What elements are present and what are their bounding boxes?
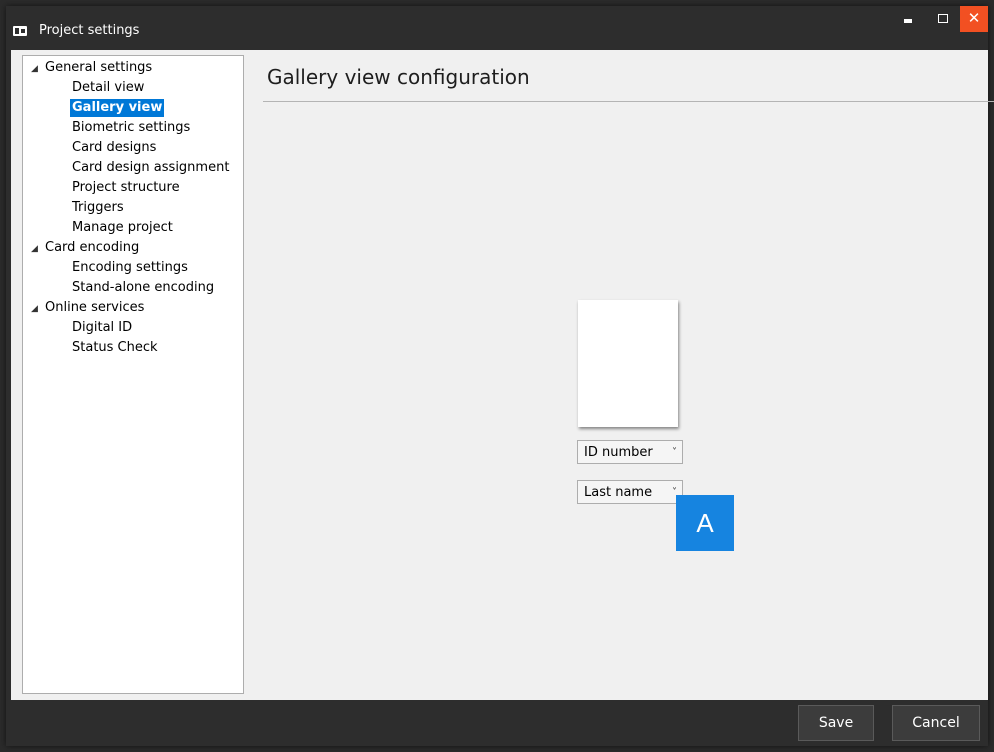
tree-group-label: Online services: [45, 300, 145, 315]
tree-item-encoding-settings[interactable]: Encoding settings: [72, 258, 188, 278]
field-select-1[interactable]: ID number ˅: [577, 440, 683, 464]
id-card-icon: [13, 26, 27, 36]
tree-item-project-structure[interactable]: Project structure: [72, 178, 180, 198]
tree-group-label: General settings: [45, 60, 153, 75]
minimize-icon: [904, 19, 912, 23]
tree-group-online-services[interactable]: ◢ Online services: [31, 298, 144, 318]
tree-item-stand-alone-encoding[interactable]: Stand-alone encoding: [72, 278, 214, 298]
maximize-icon: [938, 14, 948, 23]
tree-item-gallery-view[interactable]: Gallery view: [70, 99, 165, 117]
maximize-button[interactable]: [929, 6, 957, 32]
tree-item-triggers[interactable]: Triggers: [72, 198, 124, 218]
close-button[interactable]: ✕: [960, 6, 988, 32]
card-preview-image: [578, 300, 678, 427]
tree-item-manage-project[interactable]: Manage project: [72, 218, 173, 238]
tree-item-card-designs[interactable]: Card designs: [72, 138, 156, 158]
cancel-button[interactable]: Cancel: [892, 705, 980, 741]
window-title: Project settings: [39, 23, 140, 38]
title-bar: Project settings ✕: [6, 6, 988, 50]
settings-content: ◢ General settings Detail view Gallery vi…: [11, 50, 994, 700]
tree-group-general-settings[interactable]: ◢ General settings: [31, 58, 152, 78]
field-select-value: Last name: [584, 485, 653, 500]
button-bar: Save Cancel: [6, 700, 988, 746]
expand-arrow-icon[interactable]: ◢: [31, 239, 45, 259]
tree-item-detail-view[interactable]: Detail view: [72, 78, 144, 98]
title-divider: [263, 101, 994, 102]
field-select-2[interactable]: Last name ˅: [577, 480, 683, 504]
page-title: Gallery view configuration: [267, 65, 530, 89]
tree-item-digital-id[interactable]: Digital ID: [72, 318, 132, 338]
tree-item-status-check[interactable]: Status Check: [72, 338, 158, 358]
callout-label: A: [676, 495, 734, 551]
tree-item-biometric-settings[interactable]: Biometric settings: [72, 118, 190, 138]
tree-item-card-design-assignment[interactable]: Card design assignment: [72, 158, 229, 178]
settings-tree: ◢ General settings Detail view Gallery vi…: [22, 55, 244, 694]
project-settings-window: Project settings ✕ ◢ General settings Det…: [6, 6, 994, 746]
minimize-button[interactable]: [894, 6, 922, 32]
chevron-down-icon: ˅: [672, 447, 677, 458]
expand-arrow-icon[interactable]: ◢: [31, 59, 45, 79]
tree-group-label: Card encoding: [45, 240, 140, 255]
field-select-value: ID number: [584, 445, 653, 460]
close-icon: ✕: [967, 9, 981, 27]
expand-arrow-icon[interactable]: ◢: [31, 299, 45, 319]
save-button[interactable]: Save: [798, 705, 874, 741]
tree-group-card-encoding[interactable]: ◢ Card encoding: [31, 238, 139, 258]
